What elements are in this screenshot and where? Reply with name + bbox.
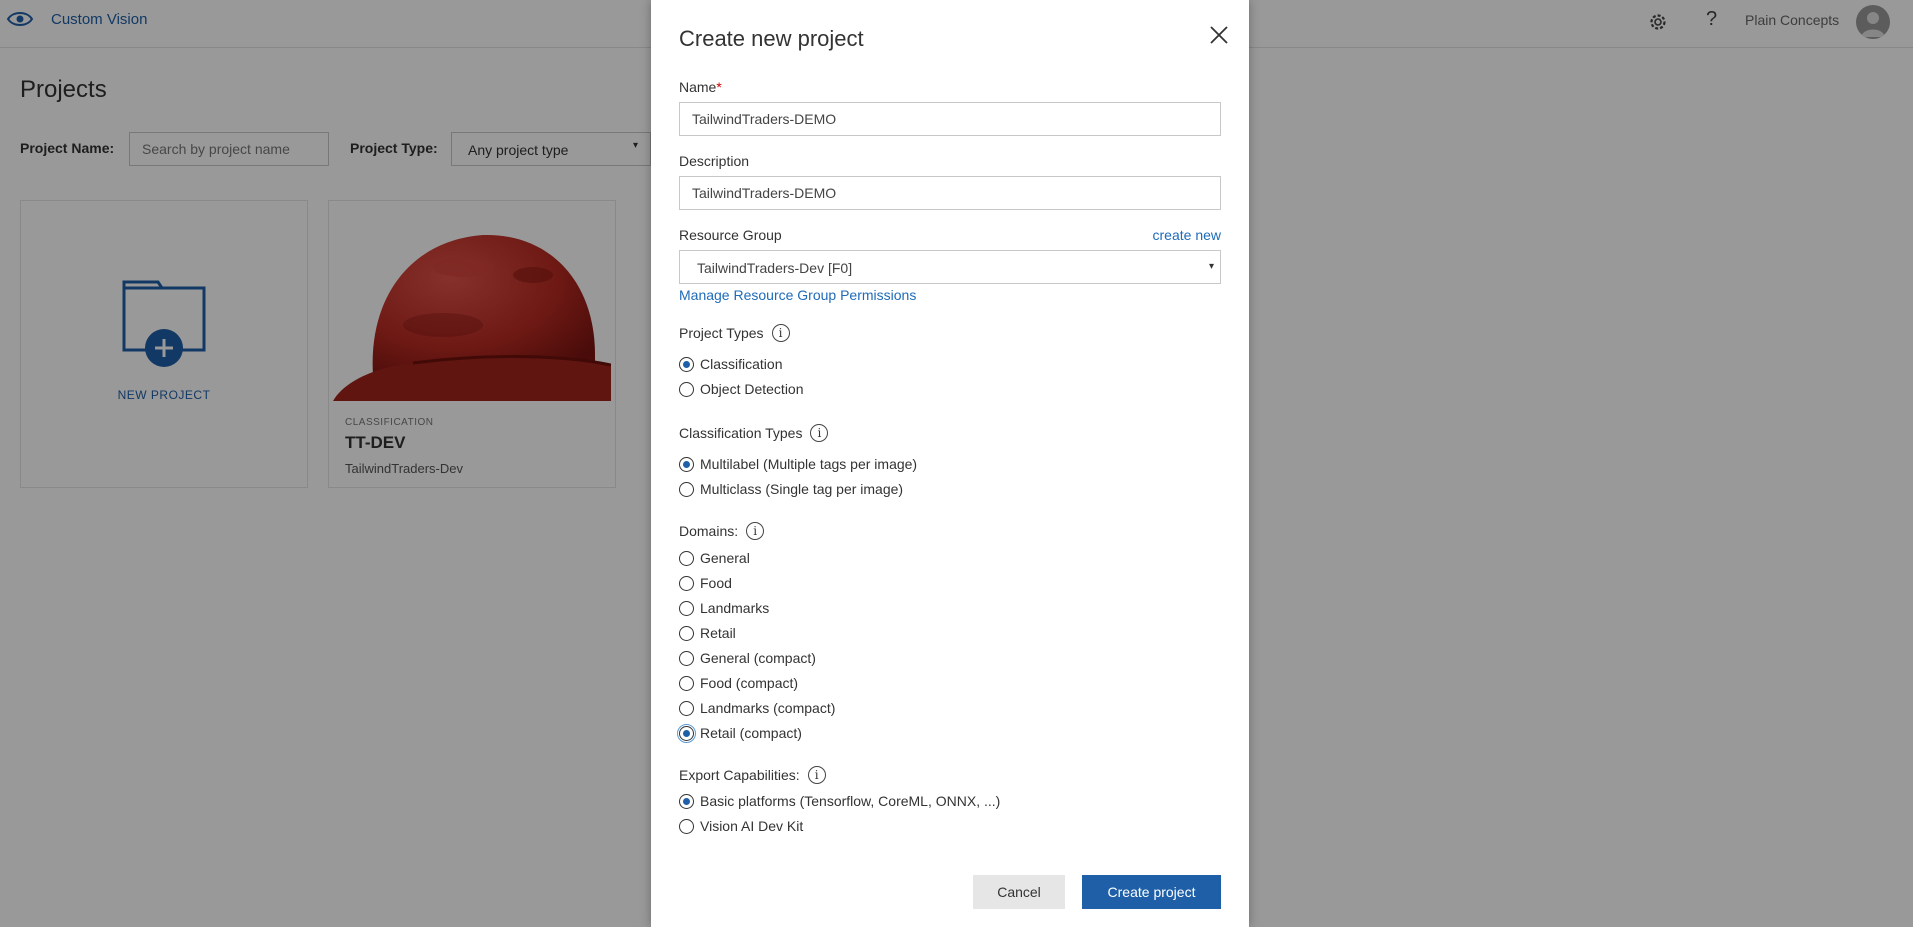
radio-label: Landmarks (compact): [700, 700, 836, 716]
radio-label: Vision AI Dev Kit: [700, 818, 804, 834]
radio-label: General: [700, 550, 750, 566]
radio-label: Food (compact): [700, 675, 799, 691]
name-input[interactable]: [679, 102, 1221, 136]
radio-button[interactable]: [679, 381, 694, 397]
radio-export-vision-ai[interactable]: Vision AI Dev Kit: [679, 818, 803, 834]
classification-types-heading: Classification Types i: [679, 424, 829, 442]
export-capabilities-label: Export Capabilities:: [679, 767, 800, 783]
info-icon[interactable]: i: [810, 424, 829, 442]
radio-label: Multilabel (Multiple tags per image): [700, 456, 918, 472]
resource-group-value: TailwindTraders-Dev [F0]: [697, 260, 853, 276]
radio-label: Basic platforms (Tensorflow, CoreML, ONN…: [700, 793, 1001, 809]
dialog-title: Create new project: [679, 26, 864, 51]
required-mark: *: [716, 79, 722, 95]
resource-group-label: Resource Group: [679, 227, 782, 243]
close-icon: [1210, 26, 1228, 44]
classification-types-label: Classification Types: [679, 425, 803, 441]
description-label: Description: [679, 153, 750, 169]
manage-permissions-link[interactable]: Manage Resource Group Permissions: [679, 287, 916, 303]
radio-label: Multiclass (Single tag per image): [700, 481, 904, 497]
radio-label: Landmarks: [700, 600, 770, 616]
project-types-heading: Project Types i: [679, 324, 790, 342]
radio-domain-general[interactable]: General: [679, 550, 750, 566]
radio-domain-food-compact[interactable]: Food (compact): [679, 675, 798, 691]
info-icon[interactable]: i: [807, 766, 826, 784]
radio-button[interactable]: [679, 600, 694, 616]
chevron-down-icon: ▾: [1208, 261, 1214, 272]
name-label: Name*: [679, 79, 722, 95]
domains-heading: Domains: i: [679, 522, 765, 540]
radio-button[interactable]: [679, 793, 694, 809]
radio-button[interactable]: [679, 575, 694, 591]
project-types-label: Project Types: [679, 325, 764, 341]
radio-label: Object Detection: [700, 381, 804, 397]
radio-domain-landmarks[interactable]: Landmarks: [679, 600, 769, 616]
radio-label: Food: [700, 575, 732, 591]
radio-export-basic[interactable]: Basic platforms (Tensorflow, CoreML, ONN…: [679, 793, 1000, 809]
create-project-button[interactable]: Create project: [1082, 875, 1221, 909]
create-project-dialog: Create new project Name* Description Res…: [651, 0, 1249, 927]
radio-label: Classification: [700, 356, 783, 372]
radio-domain-retail[interactable]: Retail: [679, 625, 736, 641]
radio-domain-landmarks-compact[interactable]: Landmarks (compact): [679, 700, 835, 716]
resource-group-select[interactable]: TailwindTraders-Dev [F0] ▾: [679, 250, 1221, 284]
radio-domain-general-compact[interactable]: General (compact): [679, 650, 816, 666]
radio-button[interactable]: [679, 625, 694, 641]
close-button[interactable]: [1206, 22, 1232, 48]
create-new-link[interactable]: create new: [1153, 227, 1221, 243]
domains-label: Domains:: [679, 523, 739, 539]
radio-label: Retail: [700, 625, 736, 641]
info-icon[interactable]: i: [746, 522, 765, 540]
radio-multiclass[interactable]: Multiclass (Single tag per image): [679, 481, 903, 497]
radio-classification[interactable]: Classification: [679, 356, 782, 372]
info-icon[interactable]: i: [771, 324, 790, 342]
radio-domain-retail-compact[interactable]: Retail (compact): [677, 723, 802, 743]
radio-label: General (compact): [700, 650, 816, 666]
description-input[interactable]: [679, 176, 1221, 210]
radio-button[interactable]: [679, 550, 694, 566]
radio-button[interactable]: [679, 456, 694, 472]
radio-object-detection[interactable]: Object Detection: [679, 381, 804, 397]
radio-button[interactable]: [677, 723, 696, 743]
radio-button[interactable]: [679, 650, 694, 666]
radio-button[interactable]: [679, 700, 694, 716]
radio-button[interactable]: [679, 356, 694, 372]
radio-button[interactable]: [679, 818, 694, 834]
radio-label: Retail (compact): [700, 725, 802, 741]
radio-button[interactable]: [679, 675, 694, 691]
export-capabilities-heading: Export Capabilities: i: [679, 766, 826, 784]
cancel-button[interactable]: Cancel: [973, 875, 1065, 909]
radio-multilabel[interactable]: Multilabel (Multiple tags per image): [679, 456, 917, 472]
radio-button[interactable]: [679, 481, 694, 497]
radio-domain-food[interactable]: Food: [679, 575, 732, 591]
